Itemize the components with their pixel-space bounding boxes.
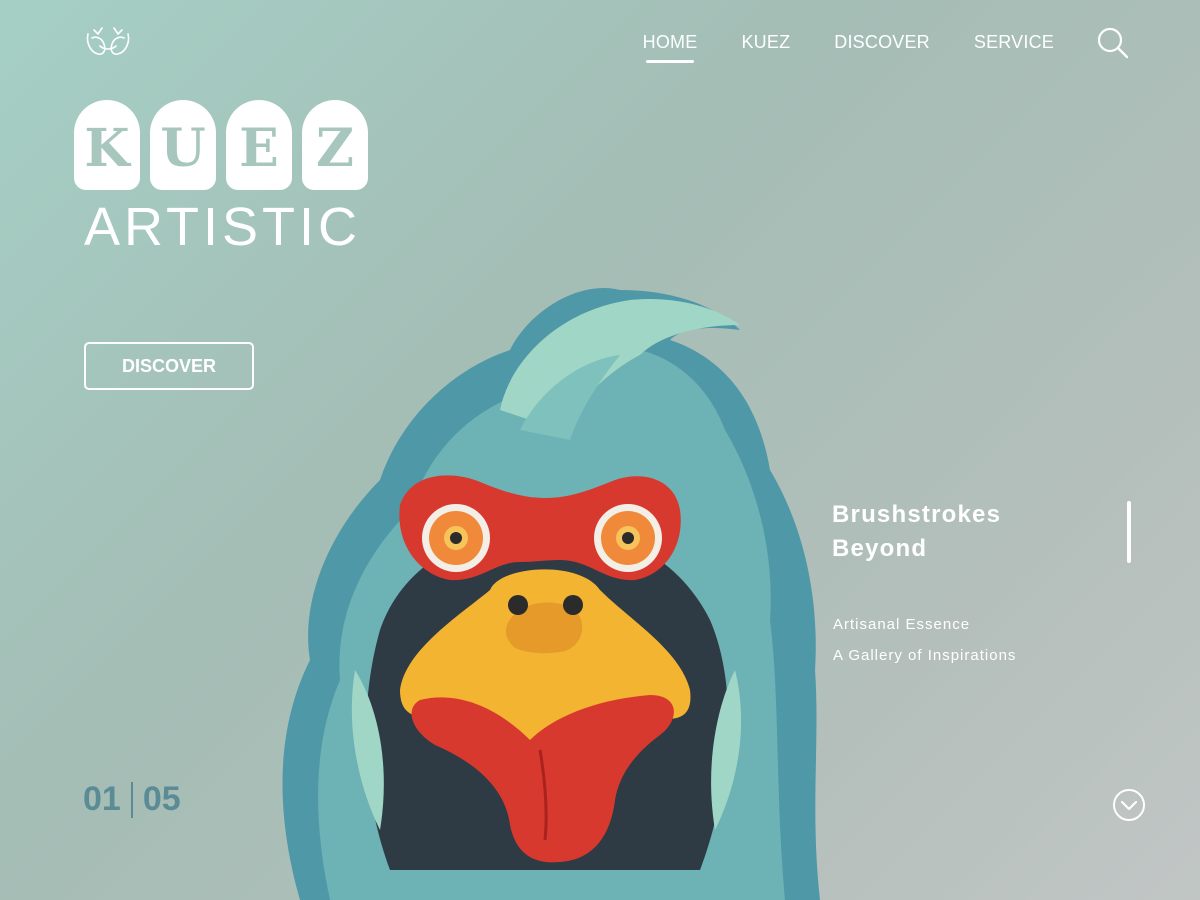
brand-letter: E (226, 100, 292, 190)
pager-divider (130, 781, 133, 818)
bird-illustration (282, 288, 820, 900)
chevron-down-circle-icon[interactable] (1112, 788, 1146, 822)
pager-current: 01 (83, 780, 121, 818)
pager-total: 05 (142, 780, 181, 818)
brand-letter: Z (302, 100, 368, 190)
nav-discover[interactable]: DISCOVER (834, 32, 930, 61)
nav-service[interactable]: SERVICE (974, 32, 1054, 61)
slide-indicator (1127, 501, 1131, 563)
nav-kuez[interactable]: KUEZ (741, 32, 790, 61)
brand-logotype: K U E Z (74, 100, 368, 190)
subtitle-2: A Gallery of Inspirations (833, 647, 1017, 664)
headline-line-1: Brushstrokes (832, 501, 1002, 528)
main-nav: HOME KUEZ DISCOVER SERVICE (643, 32, 1054, 63)
nav-home[interactable]: HOME (643, 32, 698, 63)
subtitle-1: Artisanal Essence (833, 616, 971, 633)
brand-subtitle: ARTISTIC (84, 197, 362, 257)
brand-letter: K (74, 100, 140, 190)
search-icon[interactable] (1096, 26, 1130, 60)
hero-headline: Brushstrokes Beyond (832, 498, 1072, 566)
headline-line-2: Beyond (832, 535, 928, 562)
discover-button[interactable]: DISCOVER (84, 342, 254, 390)
slide-pager: 01 05 (83, 780, 181, 819)
logo-icon[interactable] (84, 24, 132, 60)
brand-letter: U (150, 100, 216, 190)
